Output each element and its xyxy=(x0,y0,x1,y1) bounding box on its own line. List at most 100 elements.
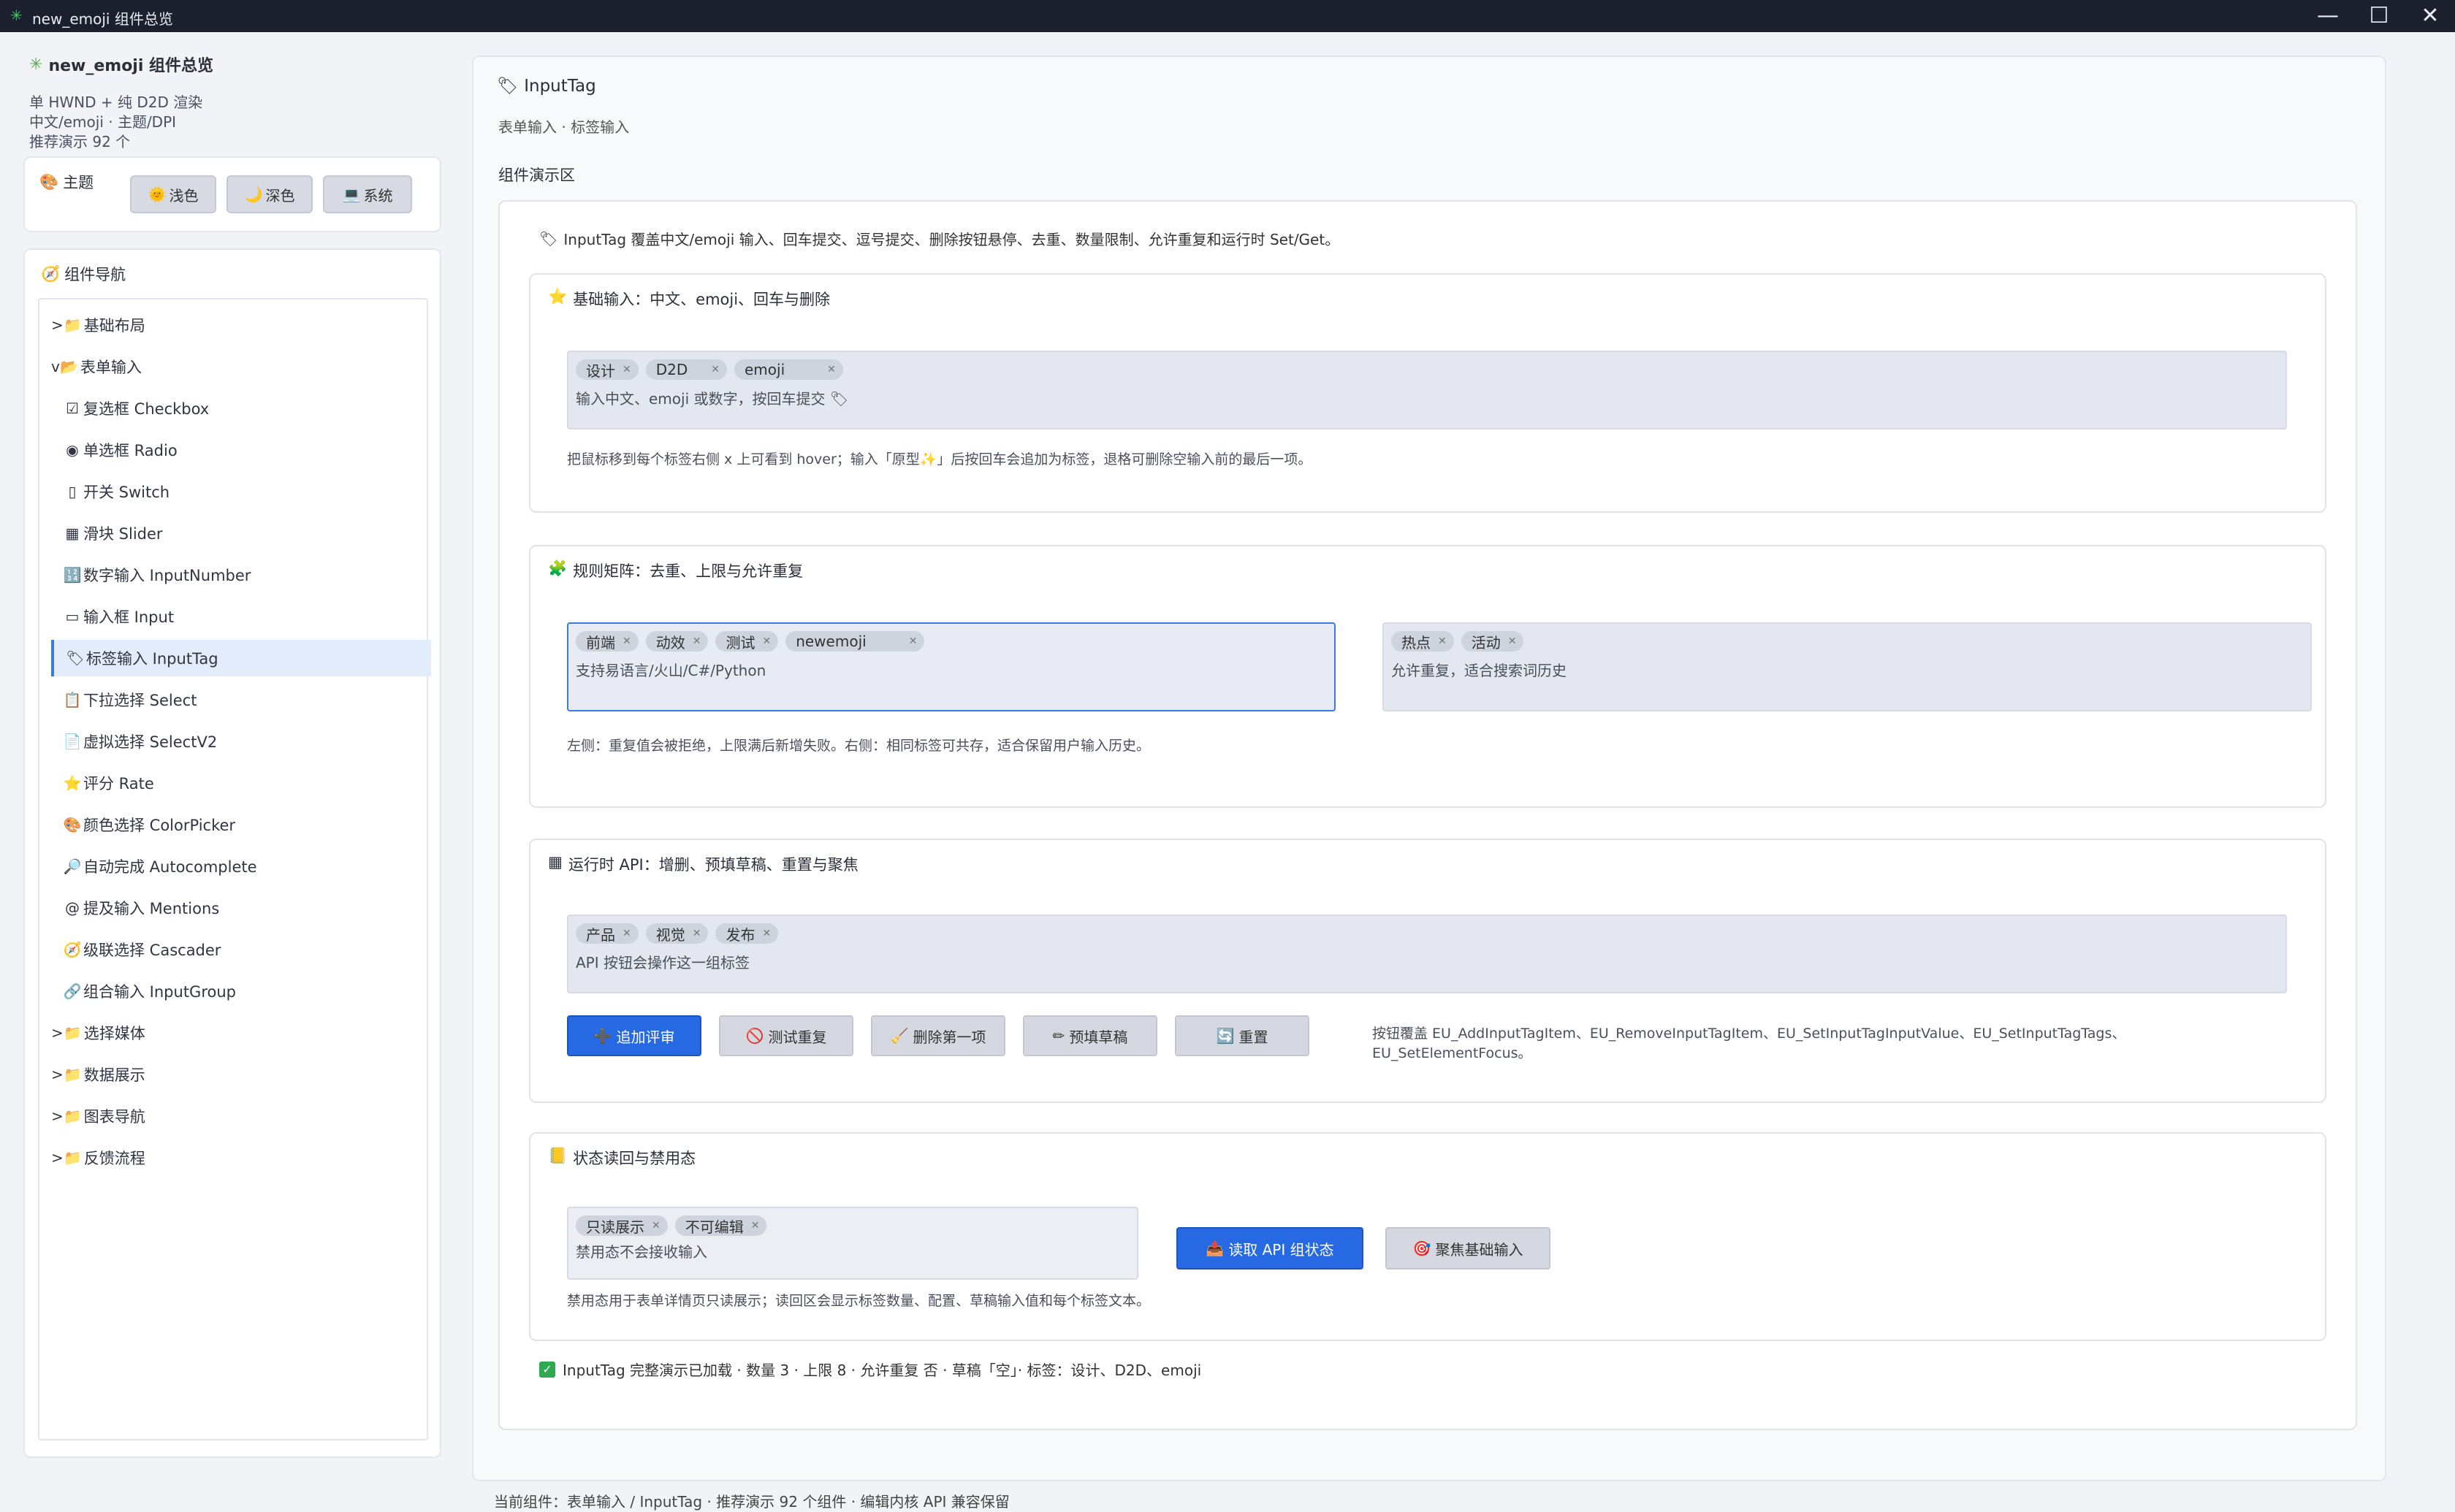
nav-item-label: 复选框 Checkbox xyxy=(83,400,210,418)
component-icon: ⭐ xyxy=(63,774,82,792)
window-title: new_emoji 组件总览 xyxy=(32,10,173,28)
chevron-right-icon: > xyxy=(51,1149,64,1167)
nav-item-label: 单选框 Radio xyxy=(83,442,178,459)
nav-item[interactable]: ◉ 单选框 Radio xyxy=(51,432,428,468)
nav-item[interactable]: v 📂 表单输入 xyxy=(51,348,416,385)
basic-section: ⭐ 基础输入：中文、emoji、回车与删除 设计 ✕ D2D ✕ emoji ✕ 输入… xyxy=(529,273,2326,513)
plus-icon: ➕ xyxy=(593,1027,612,1045)
read-api-state-button[interactable]: 📤 读取 API 组状态 xyxy=(1176,1227,1363,1269)
nav-item[interactable]: ⭐ 评分 Rate xyxy=(51,765,428,801)
folder-icon: 📁 xyxy=(64,316,83,334)
tag-close-icon[interactable]: ✕ xyxy=(711,364,720,375)
nav-item[interactable]: @ 提及输入 Mentions xyxy=(51,890,428,926)
tag-close-icon[interactable]: ✕ xyxy=(623,364,631,375)
tag-chip: 产品 ✕ xyxy=(576,923,639,944)
rules-section-title: 🧩 规则矩阵：去重、上限与允许重复 xyxy=(548,560,804,580)
tag-close-icon[interactable]: ✕ xyxy=(623,635,631,647)
nav-item-label: 表单输入 xyxy=(80,359,142,376)
folder-icon: 📁 xyxy=(64,1024,83,1042)
nav-item[interactable]: 🔎 自动完成 Autocomplete xyxy=(51,848,428,885)
component-icon: 🏷 xyxy=(66,649,85,667)
tag-close-icon[interactable]: ✕ xyxy=(762,928,771,939)
nav-item-label: 开关 Switch xyxy=(83,484,170,501)
tag-chip: 热点 ✕ xyxy=(1391,631,1454,652)
tag-list: 前端 ✕ 动效 ✕ 测试 ✕ newemoji ✕ xyxy=(576,631,925,652)
tag-close-icon[interactable]: ✕ xyxy=(693,928,701,939)
theme-light-button[interactable]: 🌞 浅色 xyxy=(130,175,216,213)
nav-item-label: 提及输入 Mentions xyxy=(83,900,220,917)
close-button[interactable]: ✕ xyxy=(2408,3,2452,29)
tag-close-icon[interactable]: ✕ xyxy=(1438,635,1447,647)
info-line-2: 中文/emoji · 主题/DPI xyxy=(29,113,177,131)
focus-basic-input-button[interactable]: 🎯 聚焦基础输入 xyxy=(1385,1227,1550,1269)
nav-item-label: 滑块 Slider xyxy=(83,525,163,543)
dedupe-tag-input[interactable]: 前端 ✕ 动效 ✕ 测试 ✕ newemoji ✕ 支持易语言/火山/C#/Python xyxy=(567,622,1336,711)
nav-item[interactable]: 🎨 颜色选择 ColorPicker xyxy=(51,806,428,843)
tag-list: 产品 ✕ 视觉 ✕ 发布 ✕ xyxy=(576,923,779,944)
nav-item[interactable]: 🧭 级联选择 Cascader xyxy=(51,931,428,968)
delete-first-button[interactable]: 🧹 删除第一项 xyxy=(871,1015,1005,1056)
footer-status: 当前组件：表单输入 / InputTag · 推荐演示 92 个组件 · 编辑内… xyxy=(494,1493,1010,1511)
folder-icon: 📁 xyxy=(64,1107,83,1125)
tag-chip: 发布 ✕ xyxy=(715,923,779,944)
nav-panel: 🧭 组件导航 > 📁 基础布局 v 📂 表单输入 ☑ 复选框 Checkbox ◉ 单选框 Rad… xyxy=(23,248,441,1458)
theme-system-button[interactable]: 💻 系统 xyxy=(323,175,412,213)
tag-close-icon[interactable]: ✕ xyxy=(623,928,631,939)
tag-close-icon[interactable]: ✕ xyxy=(1508,635,1517,647)
component-icon: 🔎 xyxy=(63,858,82,875)
nav-item[interactable]: ▦ 滑块 Slider xyxy=(51,515,428,551)
nav-item[interactable]: 🔗 组合输入 InputGroup xyxy=(51,973,428,1009)
folder-icon: 📂 xyxy=(60,358,79,375)
minimize-button[interactable]: — xyxy=(2306,3,2350,29)
nav-item[interactable]: ☑ 复选框 Checkbox xyxy=(51,390,428,427)
add-review-button[interactable]: ➕ 追加评审 xyxy=(567,1015,701,1056)
tag-close-icon[interactable]: ✕ xyxy=(762,635,771,647)
nav-item[interactable]: > 📁 数据展示 xyxy=(51,1056,416,1093)
checkmark-icon: ✓ xyxy=(539,1361,555,1378)
palette-icon: 🎨 xyxy=(39,172,59,191)
api-section-title: ▦ 运行时 API：增删、预填草稿、重置与聚焦 xyxy=(548,853,859,874)
nav-item[interactable]: > 📁 基础布局 xyxy=(51,307,416,343)
nav-tree[interactable]: > 📁 基础布局 v 📂 表单输入 ☑ 复选框 Checkbox ◉ 单选框 Radio ▯ 开关 S… xyxy=(38,298,431,1440)
api-tag-input[interactable]: 产品 ✕ 视觉 ✕ 发布 ✕ API 按钮会操作这一组标签 xyxy=(567,915,2287,993)
nav-item[interactable]: 🏷 标签输入 InputTag xyxy=(51,640,431,676)
nav-item[interactable]: 🔢 数字输入 InputNumber xyxy=(51,557,428,593)
basic-hint: 把鼠标移到每个标签右侧 x 上可看到 hover；输入「原型✨」后按回车会追加为… xyxy=(567,451,1312,467)
nav-item-label: 自动完成 Autocomplete xyxy=(83,858,257,876)
chevron-right-icon: > xyxy=(51,316,64,334)
component-icon: 🧭 xyxy=(63,941,82,958)
nav-item[interactable]: ▯ 开关 Switch xyxy=(51,473,428,510)
nav-item[interactable]: > 📁 选择媒体 xyxy=(51,1015,416,1051)
prefill-draft-button[interactable]: ✏ 预填草稿 xyxy=(1023,1015,1157,1056)
basic-tag-input[interactable]: 设计 ✕ D2D ✕ emoji ✕ 输入中文、emoji 或数字，按回车提交 🏷 xyxy=(567,351,2287,429)
reset-button[interactable]: 🔄 重置 xyxy=(1175,1015,1309,1056)
maximize-button[interactable]: ☐ xyxy=(2357,3,2401,29)
api-note-line-1: 按钮覆盖 EU_AddInputTagItem、EU_RemoveInputTa… xyxy=(1372,1026,2126,1042)
sun-icon: 🌞 xyxy=(148,186,167,203)
api-section: ▦ 运行时 API：增删、预填草稿、重置与聚焦 产品 ✕ 视觉 ✕ 发布 ✕ API … xyxy=(529,839,2326,1103)
test-duplicate-button[interactable]: 🚫 测试重复 xyxy=(719,1015,853,1056)
tag-close-icon[interactable]: ✕ xyxy=(827,364,836,375)
state-section-title: 📒 状态读回与禁用态 xyxy=(548,1147,696,1167)
target-icon: 🎯 xyxy=(1412,1240,1431,1257)
nav-item[interactable]: 📄 虚拟选择 SelectV2 xyxy=(51,723,428,760)
nav-item[interactable]: > 📁 反馈流程 xyxy=(51,1139,416,1176)
tag-close-icon: ✕ xyxy=(750,1220,760,1232)
repeat-input-placeholder: 允许重复，适合搜索词历史 xyxy=(1391,662,1567,679)
state-hint: 禁用态用于表单详情页只读展示；读回区会显示标签数量、配置、草稿输入值和每个标签文… xyxy=(567,1293,1151,1309)
nav-item[interactable]: 📋 下拉选择 Select xyxy=(51,681,428,718)
tag-chip: 前端 ✕ xyxy=(576,631,639,652)
broom-icon: 🧹 xyxy=(890,1027,909,1045)
page-title: 🏷 InputTag xyxy=(497,76,596,96)
component-icon: ◉ xyxy=(66,441,79,459)
nav-label: 🧭 组件导航 xyxy=(41,264,126,284)
repeat-tag-input[interactable]: 热点 ✕ 活动 ✕ 允许重复，适合搜索词历史 xyxy=(1382,622,2312,711)
tag-close-icon[interactable]: ✕ xyxy=(693,635,701,647)
nav-item[interactable]: ▭ 输入框 Input xyxy=(51,598,428,635)
nav-item[interactable]: > 📁 图表导航 xyxy=(51,1098,416,1134)
theme-dark-button[interactable]: 🌙 深色 xyxy=(227,175,313,213)
theme-label: 🎨 主题 xyxy=(39,172,94,192)
tag-close-icon[interactable]: ✕ xyxy=(909,635,918,647)
demo-area-label: 组件演示区 xyxy=(498,167,575,184)
component-icon: 📋 xyxy=(63,691,82,709)
